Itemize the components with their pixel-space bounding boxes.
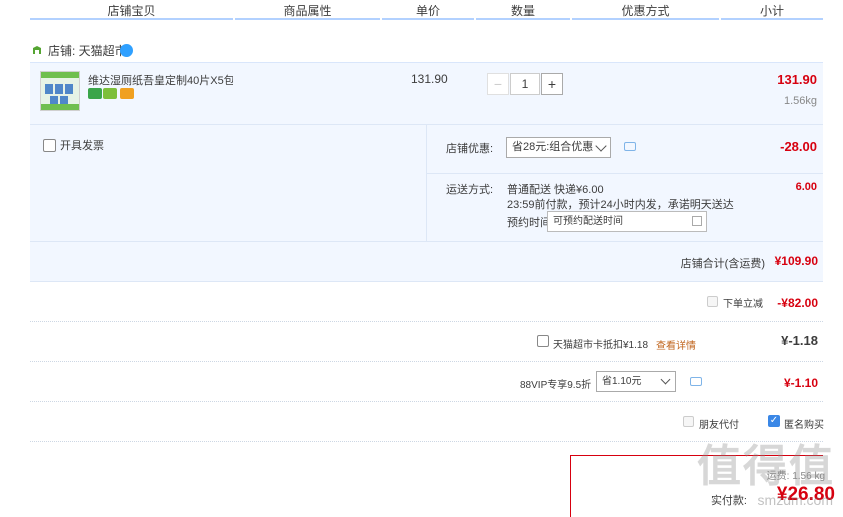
quantity-increase-button[interactable]: +: [541, 73, 563, 95]
watermark: 值得值: [697, 442, 835, 491]
shop-discount-label: 店铺优惠:: [446, 143, 494, 155]
vip-discount-select[interactable]: 省1.10元: [596, 371, 676, 392]
tmall-card-checkbox[interactable]: [537, 335, 549, 347]
comment-icon[interactable]: [624, 142, 636, 151]
divider: [30, 361, 823, 362]
options-divider-horizontal: [427, 173, 823, 174]
col-header-attr: 商品属性: [235, 0, 380, 20]
tmall-shop-icon: [33, 46, 41, 54]
tmall-card-label: 天猫超市卡抵扣¥1.18: [553, 340, 649, 351]
vip-select-value: 省1.10元: [602, 376, 642, 387]
shop-discount-select-value: 省28元:组合优惠: [512, 141, 594, 153]
tmall-card-value: ¥-1.18: [781, 333, 818, 348]
item-subtotal: 131.90: [777, 72, 817, 87]
appointment-time-input[interactable]: 可预约配送时间: [547, 211, 707, 232]
friend-pay-label: 朋友代付: [699, 420, 739, 431]
chevron-down-icon: [660, 374, 671, 385]
shop-total-label: 店铺合计(含运费): [680, 258, 765, 270]
instant-discount-label: 下单立减: [723, 299, 763, 310]
quantity-decrease-button[interactable]: −: [487, 73, 509, 95]
comment-icon[interactable]: [690, 377, 702, 386]
cart-header: 店铺宝贝 商品属性 单价 数量 优惠方式 小计: [30, 0, 823, 22]
final-payment-label: 实付款:: [710, 495, 747, 507]
quantity-input[interactable]: 1: [510, 73, 540, 95]
shop-name[interactable]: 店铺: 天猫超市: [48, 40, 127, 62]
anonymous-label: 匿名购买: [784, 420, 824, 431]
vip-discount-value: ¥-1.10: [783, 376, 818, 390]
product-title[interactable]: 维达湿厕纸吾皇定制40片X5包...: [88, 72, 233, 86]
wangwang-chat-icon[interactable]: [120, 44, 133, 57]
col-header-price: 单价: [382, 0, 474, 20]
shipping-note: 23:59前付款，预计24小时内发，承诺明天送达: [507, 199, 734, 211]
invoice-checkbox[interactable]: [43, 139, 56, 152]
shop-options-panel: 开具发票 店铺优惠: 省28元:组合优惠 -28.00 运送方式: 普通配送 快…: [30, 124, 823, 242]
divider: [30, 401, 823, 402]
chevron-down-icon: [595, 140, 607, 152]
service-icon: [103, 88, 117, 99]
shipping-label: 运送方式:: [446, 184, 494, 196]
unit-price: 131.90: [411, 72, 448, 86]
instant-discount-value: -¥82.00: [777, 296, 818, 310]
tmall-card-details-link[interactable]: 查看详情: [656, 337, 696, 352]
watermark-sub: smzdm.com: [757, 492, 833, 508]
shipping-method: 普通配送 快递¥6.00: [507, 184, 604, 196]
item-weight: 1.56kg: [783, 95, 817, 107]
divider: [30, 321, 823, 322]
options-divider: [426, 125, 427, 242]
shop-discount-select[interactable]: 省28元:组合优惠: [506, 137, 611, 158]
cart-item-row: 维达湿厕纸吾皇定制40片X5包... 131.90 − 1 + 131.90 1…: [30, 62, 823, 124]
shop-total-row: 店铺合计(含运费) ¥109.90: [30, 241, 823, 282]
seven-day-return-icon: [88, 88, 102, 99]
col-header-subtotal: 小计: [721, 0, 823, 20]
instant-discount-checkbox: [707, 296, 718, 307]
appointment-placeholder: 可预约配送时间: [553, 216, 623, 227]
shop-discount-value: -28.00: [780, 139, 817, 154]
anonymous-checkbox[interactable]: ✓: [768, 415, 780, 427]
friend-pay-checkbox[interactable]: [683, 416, 694, 427]
card-pay-icon: [120, 88, 134, 99]
shop-total-value: ¥109.90: [774, 254, 818, 268]
col-header-qty: 数量: [476, 0, 570, 20]
calendar-icon: [692, 216, 702, 226]
vip-discount-label: 88VIP专享9.5折: [520, 380, 592, 391]
shipping-value: 6.00: [795, 181, 817, 193]
col-header-item: 店铺宝贝: [30, 0, 233, 20]
appointment-label: 预约时间: [507, 217, 551, 229]
product-thumbnail[interactable]: [40, 71, 80, 111]
col-header-discount: 优惠方式: [572, 0, 719, 20]
invoice-label: 开具发票: [60, 140, 104, 152]
